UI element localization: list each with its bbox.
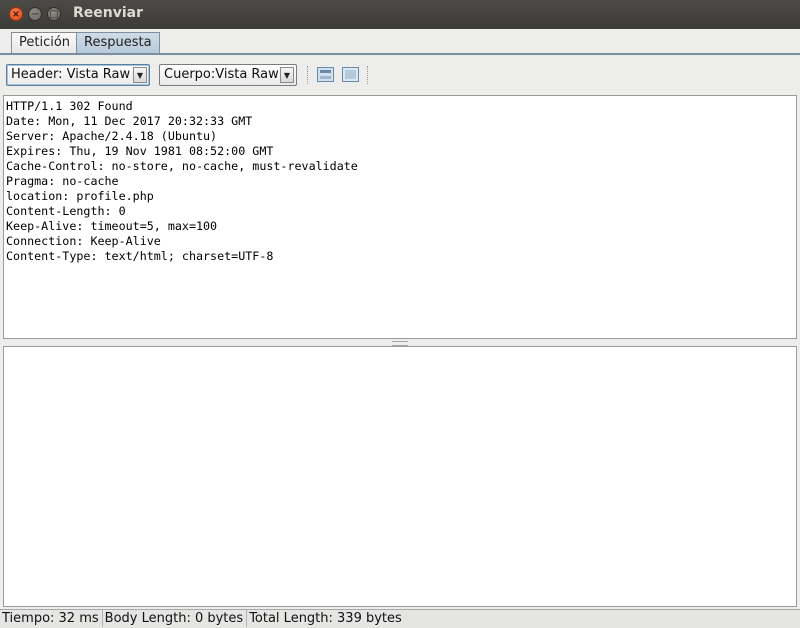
header-view-select[interactable]: Header: Vista Raw ▼ xyxy=(6,64,150,86)
tab-bar: Petición Respuesta xyxy=(0,29,800,55)
view-toolbar: Header: Vista Raw ▼ Cuerpo:Vista Raw ▼ xyxy=(0,57,800,93)
split-layout-icon[interactable] xyxy=(317,67,334,82)
single-layout-icon[interactable] xyxy=(342,67,359,82)
pane-splitter[interactable] xyxy=(0,339,800,346)
response-body-text[interactable] xyxy=(4,347,796,350)
tab-peticion[interactable]: Petición xyxy=(11,32,79,53)
chevron-down-icon[interactable]: ▼ xyxy=(280,67,294,83)
header-view-value: Header: Vista Raw xyxy=(11,67,131,82)
chevron-down-icon[interactable]: ▼ xyxy=(133,67,147,83)
body-view-value: Cuerpo:Vista Raw xyxy=(164,67,279,82)
title-bar: × − □ Reenviar xyxy=(0,0,800,29)
tab-underline xyxy=(0,53,800,55)
response-headers-pane[interactable]: HTTP/1.1 302 Found Date: Mon, 11 Dec 201… xyxy=(3,95,797,339)
maximize-icon[interactable]: □ xyxy=(47,7,61,21)
resend-window: × − □ Reenviar Petición Respuesta Header… xyxy=(0,0,800,628)
tab-respuesta[interactable]: Respuesta xyxy=(76,32,160,53)
close-icon[interactable]: × xyxy=(9,7,23,21)
body-view-select[interactable]: Cuerpo:Vista Raw ▼ xyxy=(159,64,297,86)
response-body-pane[interactable] xyxy=(3,346,797,607)
status-time: Tiempo: 32 ms xyxy=(0,610,103,627)
toolbar-separator xyxy=(367,66,369,84)
minimize-icon[interactable]: − xyxy=(28,7,42,21)
status-bar: Tiempo: 32 ms Body Length: 0 bytes Total L… xyxy=(0,609,800,628)
status-body-length: Body Length: 0 bytes xyxy=(103,610,248,627)
response-headers-text[interactable]: HTTP/1.1 302 Found Date: Mon, 11 Dec 201… xyxy=(4,96,796,264)
toolbar-separator xyxy=(307,66,309,84)
window-title: Reenviar xyxy=(73,5,144,21)
status-total-length: Total Length: 339 bytes xyxy=(249,611,402,626)
